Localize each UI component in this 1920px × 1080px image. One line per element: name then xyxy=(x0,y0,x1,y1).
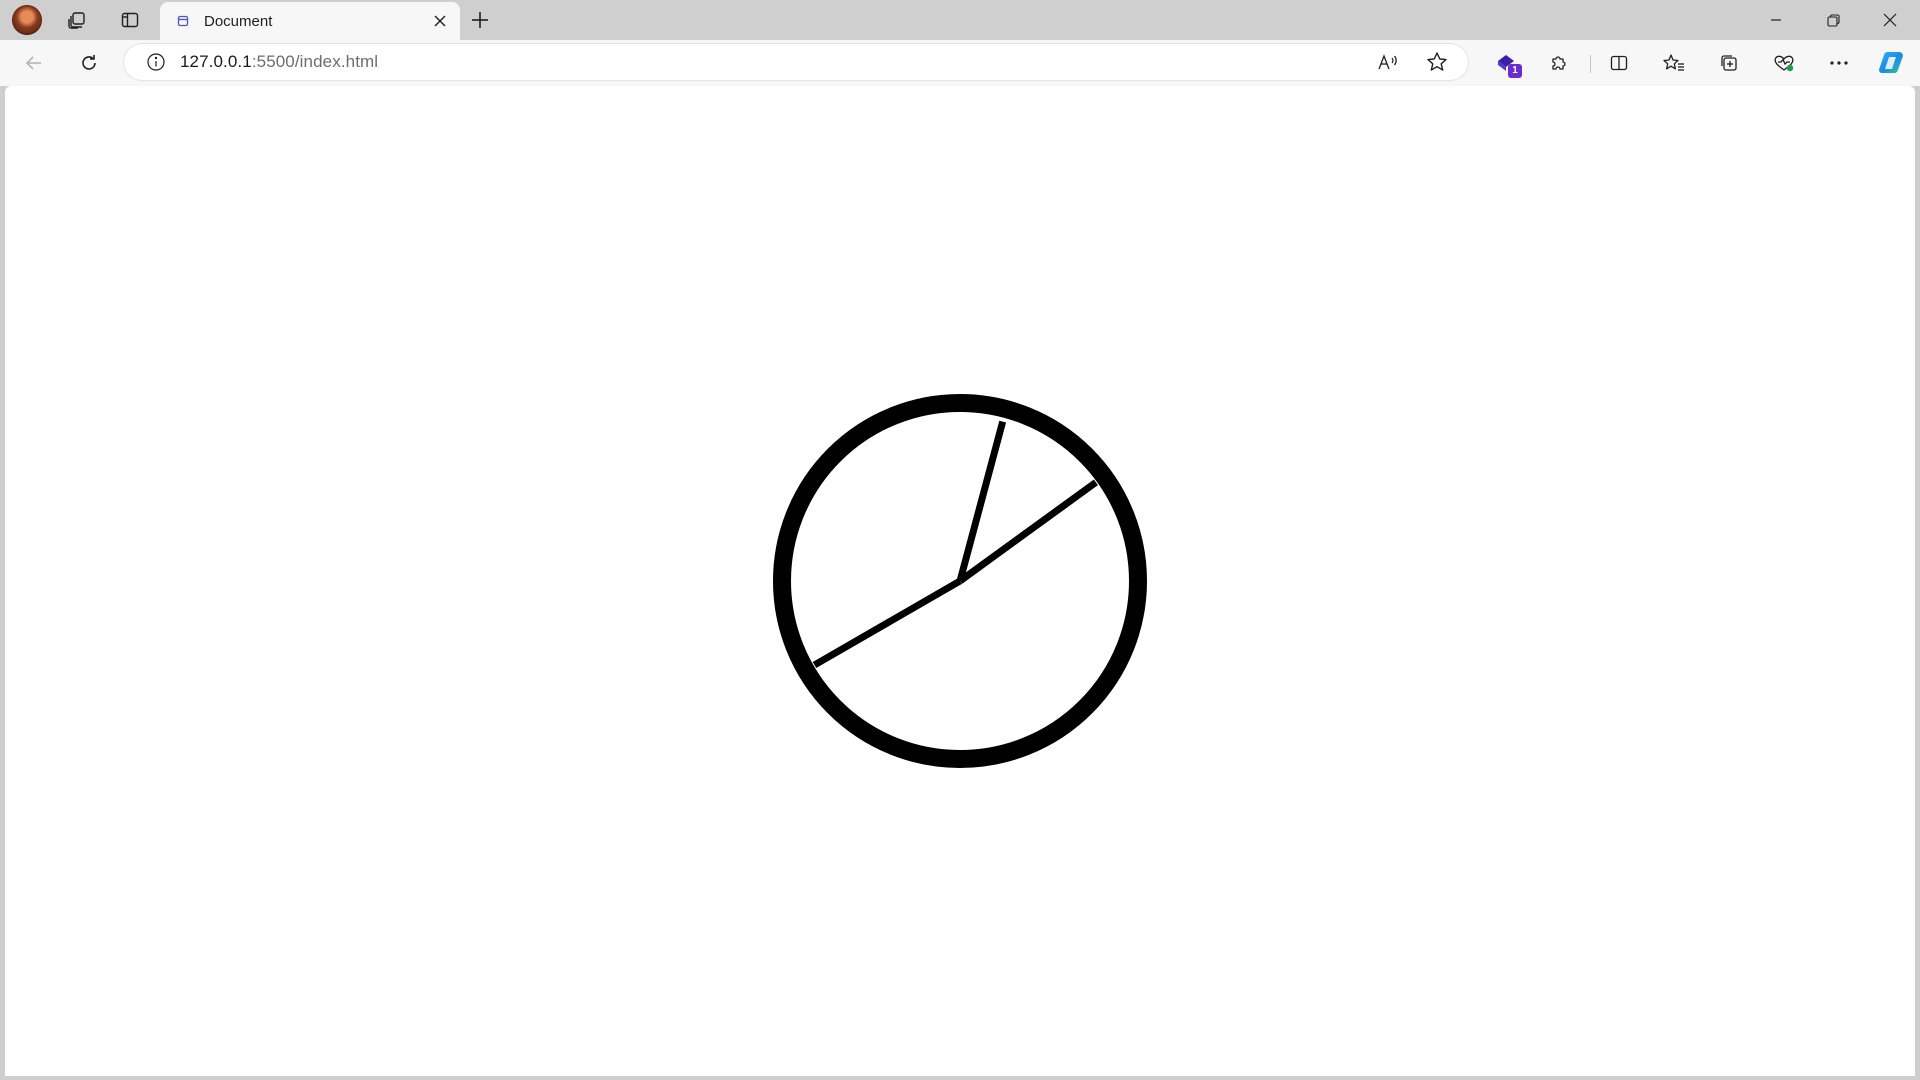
browser-window: Document 127.0.0.1:5500/index.html 1 xyxy=(0,0,1920,1080)
tab-strip: Document xyxy=(0,0,1920,40)
copilot-icon[interactable] xyxy=(1874,47,1910,79)
profile-avatar[interactable] xyxy=(12,5,42,35)
toolbar: 127.0.0.1:5500/index.html 1 xyxy=(0,40,1920,86)
extension-icon[interactable]: 1 xyxy=(1488,47,1524,79)
address-bar[interactable]: 127.0.0.1:5500/index.html xyxy=(124,44,1468,80)
restore-icon[interactable] xyxy=(1805,0,1861,40)
favorite-star-icon[interactable] xyxy=(1421,46,1453,78)
more-icon[interactable] xyxy=(1821,47,1857,79)
read-aloud-icon[interactable] xyxy=(1372,46,1404,78)
document-favicon xyxy=(176,14,190,28)
collections-icon[interactable] xyxy=(1711,47,1747,79)
url-path: :5500/index.html xyxy=(251,52,379,71)
close-icon[interactable] xyxy=(426,7,454,35)
extensions-puzzle-icon[interactable] xyxy=(1541,47,1577,79)
split-screen-icon[interactable] xyxy=(1601,47,1637,79)
toolbar-separator xyxy=(1590,55,1591,73)
refresh-icon[interactable] xyxy=(71,47,107,79)
tab-document[interactable]: Document xyxy=(160,2,460,40)
clock-canvas xyxy=(773,394,1147,768)
browser-essentials-icon[interactable] xyxy=(1766,47,1802,79)
info-icon[interactable] xyxy=(146,52,166,72)
favorites-icon[interactable] xyxy=(1656,47,1692,79)
new-tab-icon[interactable] xyxy=(462,4,498,36)
workspaces-icon[interactable] xyxy=(59,4,95,36)
back-icon[interactable] xyxy=(16,47,52,79)
second-hand xyxy=(812,577,962,669)
minimize-icon[interactable] xyxy=(1748,0,1804,40)
tab-title: Document xyxy=(204,12,273,30)
close-window-icon[interactable] xyxy=(1862,0,1918,40)
page-viewport xyxy=(5,86,1915,1076)
clock-hands xyxy=(812,420,1098,669)
url-text[interactable]: 127.0.0.1:5500/index.html xyxy=(180,52,378,72)
url-host: 127.0.0.1 xyxy=(180,52,252,71)
extension-badge: 1 xyxy=(1508,64,1522,78)
vertical-tabs-icon[interactable] xyxy=(112,4,148,36)
